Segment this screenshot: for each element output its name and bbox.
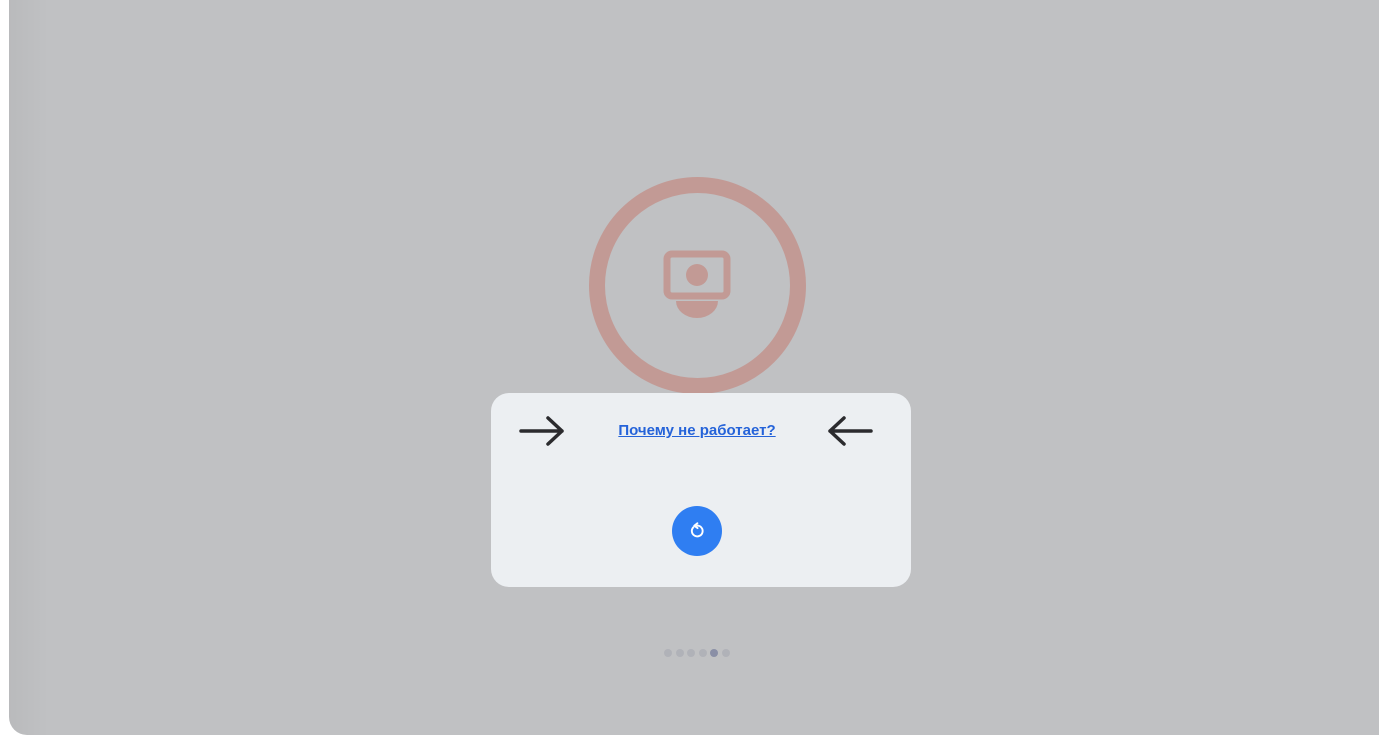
pagination-dot[interactable] xyxy=(675,649,684,657)
reload-button[interactable] xyxy=(672,506,722,556)
pagination-dot[interactable] xyxy=(710,649,718,657)
pagination-dot[interactable] xyxy=(687,649,695,657)
overlay-backdrop: Почему не работает? xyxy=(9,0,1379,735)
reload-icon xyxy=(690,522,704,538)
pagination-dot[interactable] xyxy=(698,649,707,657)
instruction-card: Почему не работает? xyxy=(491,393,911,587)
arrow-left-icon xyxy=(828,416,873,446)
pagination-dot[interactable] xyxy=(721,649,730,657)
camera-icon xyxy=(663,250,731,318)
pagination-dot[interactable] xyxy=(664,649,672,657)
pagination-dots xyxy=(664,649,730,657)
